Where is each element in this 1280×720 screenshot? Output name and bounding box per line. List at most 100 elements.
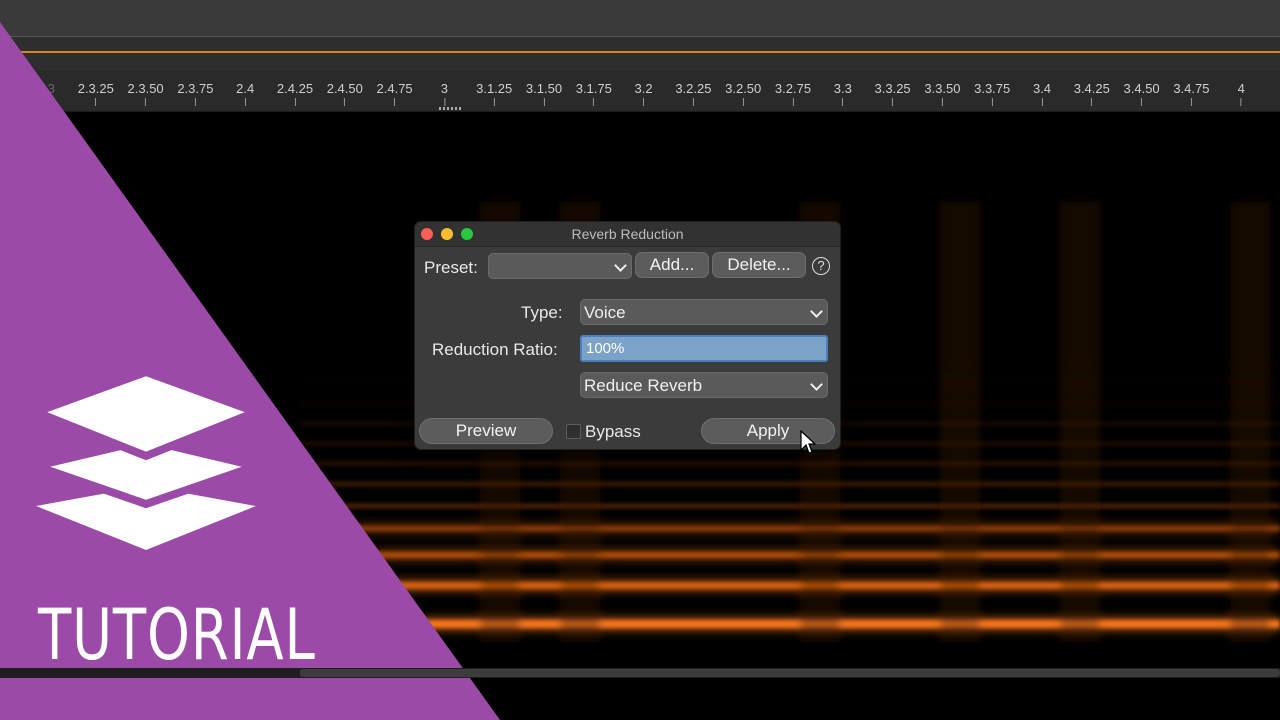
ruler-tick: 3.1.50 — [526, 71, 562, 106]
dialog-title: Reverb Reduction — [571, 226, 684, 242]
ruler-tick-mark — [941, 98, 943, 106]
ruler-tick: 2.4 — [236, 71, 254, 106]
ruler-tick-mark — [991, 98, 993, 106]
ruler-tick: 2.4.50 — [327, 71, 363, 106]
ruler-tick: 3.2.75 — [775, 71, 811, 106]
ruler-drag-handle[interactable] — [439, 107, 461, 110]
ruler-tick-label: 3.3.75 — [974, 81, 1011, 96]
ruler-tick-label: 3.4.50 — [1123, 81, 1160, 96]
preset-dropdown[interactable] — [488, 253, 632, 279]
chevron-down-icon — [614, 259, 627, 272]
ruler-tick: 3.4.50 — [1124, 71, 1160, 106]
ruler-tick-label: 3.2 — [634, 81, 653, 96]
ruler-tick-mark — [95, 98, 97, 106]
help-icon[interactable]: ? — [812, 257, 830, 275]
type-label: Type: — [521, 303, 563, 322]
ruler-tick-label: 3.3 — [833, 81, 852, 96]
ruler-tick-label: 3.4.75 — [1173, 81, 1210, 96]
chevron-down-icon — [810, 305, 823, 318]
preset-label: Preset: — [424, 258, 478, 277]
ruler-tick-mark — [692, 98, 694, 106]
ruler-tick-label: 3.2.75 — [774, 81, 812, 96]
ruler-tick-mark — [294, 98, 296, 106]
transient-column — [940, 202, 980, 642]
ruler-tick-label: 2.4.25 — [276, 81, 314, 96]
ruler-tick-label: 2.3.25 — [77, 81, 114, 96]
reduction-ratio-label: Reduction Ratio: — [432, 340, 558, 359]
type-dropdown[interactable]: Voice — [580, 299, 828, 325]
tutorial-label: TUTORIAL — [38, 594, 316, 676]
track-overview[interactable] — [0, 37, 1280, 71]
ruler-tick-mark — [1091, 98, 1093, 106]
ruler-tick-label: 3.1.50 — [525, 81, 563, 96]
ruler-tick: 3.3 — [834, 71, 852, 106]
ruler-tick-label: 3.4 — [1032, 81, 1052, 96]
ruler-tick-mark — [543, 98, 545, 106]
ruler-tick-mark — [344, 98, 346, 106]
ruler-tick-label: 2.4.75 — [376, 81, 413, 96]
ruler-tick-mark — [1141, 98, 1143, 106]
ruler-tick: 3.3.50 — [924, 71, 960, 106]
chevron-down-icon — [810, 378, 823, 391]
add-preset-button[interactable]: Add... — [635, 252, 709, 278]
scrollbar-thumb[interactable] — [300, 669, 1280, 677]
ruler-tick: 2.3.25 — [78, 71, 114, 106]
timeline-ruler[interactable]: .75 2.3 2.3.25 2.3.50 2.3.75 2.4 2.4.25 2.4.50… — [0, 71, 1280, 112]
reverb-reduction-dialog: Reverb Reduction Preset: Add... Delete..… — [414, 221, 841, 450]
ruler-tick-mark — [1041, 98, 1043, 106]
ruler-tick-mark — [892, 98, 894, 106]
ruler-tick-label: 4 — [1237, 81, 1245, 96]
ruler-tick-label: 3 — [440, 81, 449, 96]
ruler-tick: 2.4.25 — [277, 71, 313, 106]
ruler-tick-label: 3.3.50 — [924, 81, 961, 96]
ruler-tick: 2.4.75 — [377, 71, 413, 106]
ruler-tick: 3.3.25 — [875, 71, 911, 106]
transient-column — [1230, 202, 1270, 642]
ruler-tick: 3 — [441, 71, 448, 106]
ruler-tick: 3.2.50 — [725, 71, 761, 106]
ruler-tick-mark — [45, 98, 47, 106]
bypass-label: Bypass — [585, 422, 641, 441]
ruler-tick-mark — [593, 98, 595, 106]
ruler-tick-label: 3.1.25 — [476, 81, 513, 96]
stacked-layers-icon — [30, 370, 262, 550]
toolbar — [0, 0, 1280, 37]
preview-button[interactable]: Preview — [419, 418, 553, 444]
ruler-tick: 3.3.75 — [974, 71, 1010, 106]
ruler-tick-label: 3.3.25 — [874, 81, 911, 96]
ruler-tick-label: 2.3.50 — [127, 81, 164, 96]
mode-dropdown[interactable]: Reduce Reverb — [580, 372, 828, 398]
ruler-tick-mark — [244, 98, 246, 106]
reduction-ratio-field[interactable]: 100% — [580, 335, 828, 362]
ruler-tick-mark — [792, 98, 794, 106]
ruler-tick: 4 — [1238, 71, 1245, 106]
ruler-tick-mark — [194, 98, 196, 106]
ruler-tick: 3.4.75 — [1173, 71, 1209, 106]
delete-preset-button[interactable]: Delete... — [712, 252, 806, 278]
ruler-tick-label: 3.4.25 — [1073, 81, 1110, 96]
ruler-tick-mark — [1190, 98, 1192, 106]
spectral-band — [300, 482, 1280, 486]
ruler-tick-mark — [145, 98, 147, 106]
ruler-tick-label: 2.3.75 — [177, 81, 214, 96]
transient-column — [1060, 202, 1100, 642]
ruler-tick: 3.2.25 — [675, 71, 711, 106]
bypass-checkbox[interactable] — [566, 424, 581, 439]
spectral-band — [300, 504, 1280, 508]
ruler-tick: 3.1.75 — [576, 71, 612, 106]
ruler-tick: 2.3.75 — [177, 71, 213, 106]
dialog-titlebar[interactable]: Reverb Reduction — [415, 222, 840, 247]
ruler-tick-label: 3.1.75 — [575, 81, 612, 96]
ruler-tick: 2.3 — [37, 71, 55, 106]
spectral-band — [300, 462, 1280, 465]
ruler-tick-mark — [742, 98, 744, 106]
ruler-tick-mark — [493, 98, 495, 106]
ruler-tick-label: 2.4.50 — [326, 81, 363, 96]
ruler-tick-label: 3.2.50 — [725, 81, 762, 96]
mouse-pointer-icon — [800, 430, 816, 454]
ruler-tick: 3.1.25 — [476, 71, 512, 106]
ruler-tick: 2.3.50 — [128, 71, 164, 106]
ruler-tick-label: 3.2.25 — [675, 81, 712, 96]
ruler-tick-mark — [1240, 98, 1242, 106]
ruler-tick-mark — [643, 98, 645, 106]
